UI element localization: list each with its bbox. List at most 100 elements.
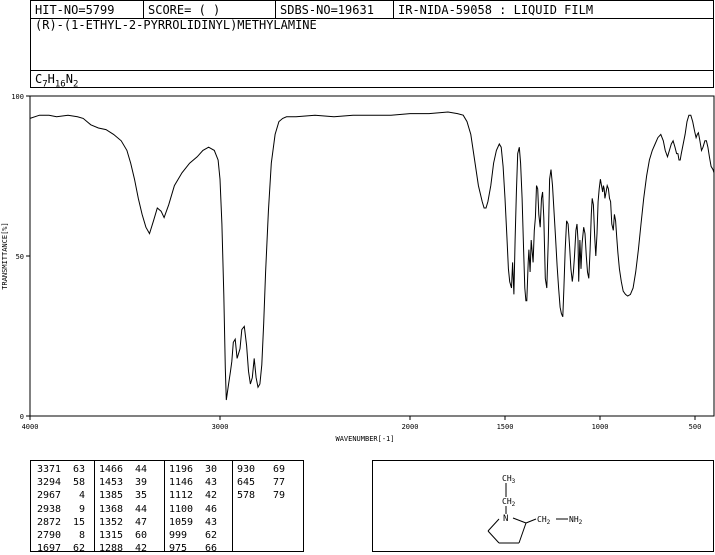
structure-box: CH3 CH2 N CH2 NH2 xyxy=(372,460,714,552)
peak-table: 3371 63 3294 58 2967 4 2938 9 2872 15 2790 8 1697 62 1… xyxy=(30,460,304,555)
peak-transmittance: 60 xyxy=(134,530,147,542)
spectrum-line xyxy=(29,111,715,401)
atom-label: N xyxy=(503,514,508,524)
bond xyxy=(518,522,527,544)
peak-row: 1112 42 xyxy=(169,489,217,502)
peak-transmittance: 30 xyxy=(204,464,217,475)
peak-wavenumber: 1368 xyxy=(99,503,124,515)
peak-wavenumber: 2790 xyxy=(37,530,62,542)
y-axis-ticks: 0 50 100 xyxy=(11,93,30,421)
peak-transmittance: 43 xyxy=(204,477,217,489)
peak-wavenumber: 1697 xyxy=(37,543,62,555)
atom-symbol: NH xyxy=(569,515,579,524)
atom-symbol: CH xyxy=(537,515,547,524)
peak-column-separator xyxy=(232,461,233,551)
peak-transmittance: 46 xyxy=(204,503,217,515)
peak-transmittance: 69 xyxy=(272,464,285,475)
atom-symbol: CH xyxy=(502,474,512,483)
peak-row: 3294 58 xyxy=(37,476,85,489)
x-tick-label: 4000 xyxy=(22,423,39,431)
ir-spectrum-chart: 0 50 100 4000 3000 2000 1500 1000 500 WAVENUMBE… xyxy=(1,93,715,443)
atom-symbol: CH xyxy=(502,497,512,506)
atom-label: CH2 xyxy=(502,497,516,508)
bond xyxy=(487,530,500,544)
peak-wavenumber: 1146 xyxy=(169,477,194,489)
bond xyxy=(525,518,537,524)
peak-transmittance: 58 xyxy=(72,477,85,489)
bond xyxy=(512,517,527,524)
peak-wavenumber: 930 xyxy=(237,464,256,475)
peak-column: 1466 44 1453 39 1385 35 1368 44 1352 47 1315 60 1288… xyxy=(99,463,147,555)
molecular-structure: CH3 CH2 N CH2 NH2 xyxy=(487,474,583,544)
peak-wavenumber: 2967 xyxy=(37,490,62,502)
peak-transmittance: 79 xyxy=(272,490,285,502)
atom-subscript: 2 xyxy=(512,501,516,508)
atom-label: NH2 xyxy=(569,515,583,526)
peak-column: 1196 30 1146 43 1112 42 1100 46 1059 43 999 62 975 66 xyxy=(169,463,217,555)
atom-subscript: 3 xyxy=(512,478,516,485)
peak-transmittance: 44 xyxy=(134,464,147,475)
x-tick-label: 3000 xyxy=(212,423,229,431)
peak-row: 1146 43 xyxy=(169,476,217,489)
peak-transmittance: 66 xyxy=(204,543,217,555)
peak-transmittance: 77 xyxy=(272,477,285,489)
peak-transmittance: 47 xyxy=(134,516,147,528)
peak-column-separator xyxy=(94,461,95,551)
peak-transmittance: 35 xyxy=(134,490,147,502)
peak-row: 1466 44 xyxy=(99,463,147,476)
peak-row: 578 79 xyxy=(237,489,285,502)
atom-label: CH2 xyxy=(537,515,551,526)
peak-row: 1385 35 xyxy=(99,489,147,502)
peak-row: 1697 62 xyxy=(37,542,85,555)
peak-wavenumber: 1196 xyxy=(169,464,194,475)
peak-row: 645 77 xyxy=(237,476,285,489)
peak-row: 2790 8 xyxy=(37,529,85,542)
peak-wavenumber: 975 xyxy=(169,543,188,555)
peak-wavenumber: 1100 xyxy=(169,503,194,515)
peak-wavenumber: 1315 xyxy=(99,530,124,542)
peak-wavenumber: 578 xyxy=(237,490,256,502)
y-tick-label: 0 xyxy=(20,413,24,421)
peak-row: 2938 9 xyxy=(37,503,85,516)
peak-wavenumber: 645 xyxy=(237,477,256,489)
peak-row: 2967 4 xyxy=(37,489,85,502)
peak-wavenumber: 1352 xyxy=(99,516,124,528)
x-tick-label: 1000 xyxy=(592,423,609,431)
peak-wavenumber: 1453 xyxy=(99,477,124,489)
x-axis-label: WAVENUMBER[-1] xyxy=(335,435,394,443)
peak-wavenumber: 1385 xyxy=(99,490,124,502)
peak-wavenumber: 1059 xyxy=(169,516,194,528)
peak-transmittance: 44 xyxy=(134,503,147,515)
peak-transmittance: 9 xyxy=(78,503,85,515)
peak-column: 3371 63 3294 58 2967 4 2938 9 2872 15 2790 8 1697 62 xyxy=(37,463,85,555)
peak-transmittance: 62 xyxy=(204,530,217,542)
peak-row: 999 62 xyxy=(169,529,217,542)
atom-subscript: 2 xyxy=(547,519,551,526)
peak-row: 1368 44 xyxy=(99,503,147,516)
peak-wavenumber: 1288 xyxy=(99,543,124,555)
y-tick-label: 100 xyxy=(11,93,24,101)
peak-row: 1453 39 xyxy=(99,476,147,489)
peak-row: 1352 47 xyxy=(99,516,147,529)
peak-transmittance: 42 xyxy=(204,490,217,502)
peak-column: 930 69 645 77 578 79 xyxy=(237,463,285,503)
peak-transmittance: 62 xyxy=(72,543,85,555)
peak-row: 975 66 xyxy=(169,542,217,555)
plot-frame xyxy=(29,95,715,417)
peak-wavenumber: 3294 xyxy=(37,477,62,489)
peak-transmittance: 15 xyxy=(72,516,85,528)
peak-transmittance: 42 xyxy=(134,543,147,555)
peak-wavenumber: 1112 xyxy=(169,490,194,502)
peak-row: 1100 46 xyxy=(169,503,217,516)
peak-row: 3371 63 xyxy=(37,463,85,476)
atom-subscript: 2 xyxy=(579,519,583,526)
y-axis-label: TRANSMITTANCE[%] xyxy=(1,222,9,289)
peak-row: 1196 30 xyxy=(169,463,217,476)
bond xyxy=(487,518,500,532)
peak-row: 1288 42 xyxy=(99,542,147,555)
peak-wavenumber: 3371 xyxy=(37,464,62,475)
peak-column-separator xyxy=(164,461,165,551)
peak-transmittance: 8 xyxy=(78,530,85,542)
peak-row: 1059 43 xyxy=(169,516,217,529)
peak-row: 1315 60 xyxy=(99,529,147,542)
